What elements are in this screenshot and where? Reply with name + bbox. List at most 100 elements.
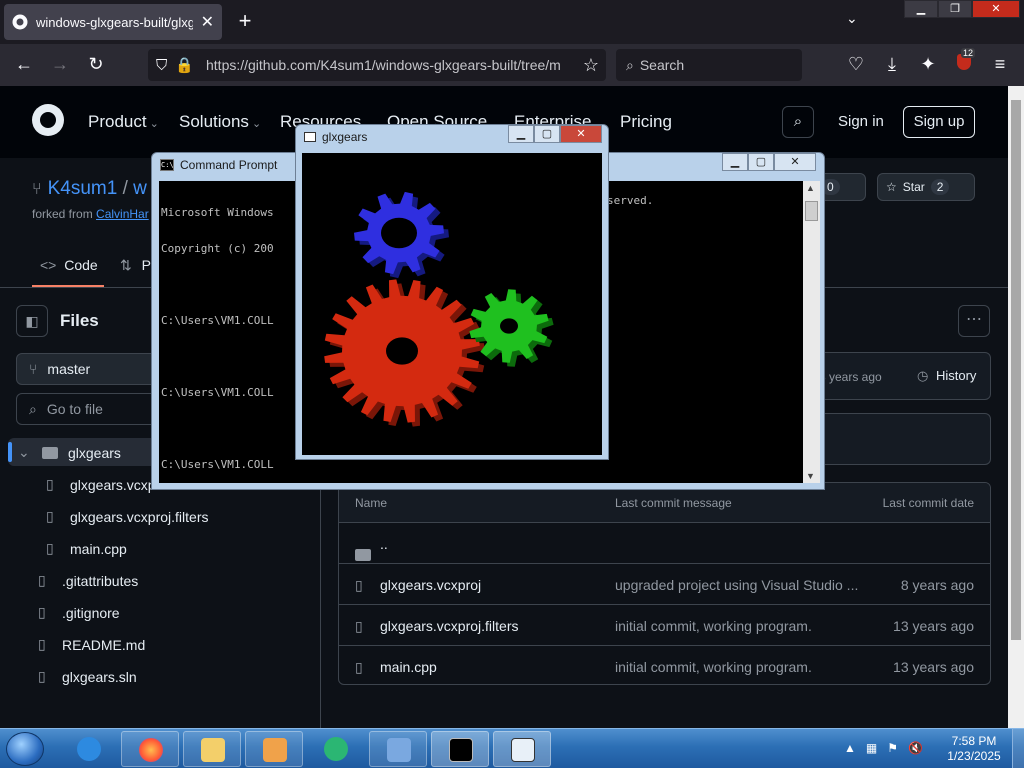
- clock[interactable]: 7:58 PM 1/23/2025: [944, 734, 1004, 764]
- cmd-close-button[interactable]: ✕: [774, 153, 816, 171]
- glxgears-close-button[interactable]: ✕: [560, 125, 602, 143]
- tree-item-gitattributes[interactable]: ▯ .gitattributes: [38, 572, 138, 589]
- commit-message[interactable]: upgraded project using Visual Studio ...: [615, 577, 858, 593]
- taskbar-firefox[interactable]: [121, 731, 179, 767]
- url-text[interactable]: https://github.com/K4sum1/windows-glxgea…: [206, 57, 576, 73]
- show-desktop-button[interactable]: [1012, 729, 1024, 768]
- file-name[interactable]: glxgears.vcxproj.filters: [380, 618, 519, 634]
- taskbar-media-player[interactable]: [245, 731, 303, 767]
- cmd-maximize-button[interactable]: ▢: [748, 153, 774, 171]
- tree-item-gitignore[interactable]: ▯ .gitignore: [38, 604, 120, 621]
- taskbar-internet-explorer[interactable]: [60, 731, 118, 767]
- forked-from-link[interactable]: CalvinHar: [96, 207, 149, 221]
- tab-close-icon[interactable]: ✕: [201, 12, 214, 32]
- sign-in-link[interactable]: Sign in: [838, 113, 884, 130]
- window-close-button[interactable]: ✕: [972, 0, 1020, 18]
- glxgears-window[interactable]: glxgears ▁ ▢ ✕: [295, 124, 609, 460]
- search-field[interactable]: ⌕ Search: [616, 49, 802, 81]
- tree-item-glxgears-vcxproj[interactable]: ▯ glxgears.vcxp: [46, 476, 156, 493]
- search-icon: ⌕: [29, 400, 37, 417]
- collapse-sidebar-icon[interactable]: ◧: [16, 305, 48, 337]
- downloads-icon[interactable]: ⤓: [880, 54, 904, 75]
- table-row[interactable]: ..: [339, 523, 990, 564]
- tab-code[interactable]: <> Code: [40, 257, 98, 273]
- header-name: Name: [355, 496, 388, 510]
- pocket-icon[interactable]: ♡: [844, 54, 868, 75]
- table-row[interactable]: ▯ glxgears.vcxproj.filters initial commi…: [339, 605, 990, 646]
- ublock-extension-icon[interactable]: 12: [952, 48, 976, 75]
- more-options-button[interactable]: ⋯: [958, 305, 990, 337]
- forward-arrow-icon[interactable]: →: [48, 54, 72, 75]
- site-info-lock-icon[interactable]: ⛉🔒: [148, 56, 206, 74]
- extensions-icon[interactable]: ✦: [916, 54, 940, 75]
- taskbar-explorer[interactable]: [183, 731, 241, 767]
- list-tabs-chevron-icon[interactable]: ⌄: [846, 10, 858, 27]
- commit-message[interactable]: initial commit, working program.: [615, 659, 812, 675]
- window-app-icon: [511, 738, 535, 762]
- commit-age: 8 years ago: [819, 370, 882, 384]
- glxgears-title: glxgears: [322, 130, 368, 144]
- show-hidden-icons[interactable]: ▲: [844, 741, 856, 755]
- back-arrow-icon[interactable]: ←: [12, 54, 36, 75]
- minimize-button[interactable]: ▁: [904, 0, 938, 18]
- reload-icon[interactable]: ↻: [84, 54, 108, 75]
- nav-pricing[interactable]: Pricing: [620, 112, 672, 132]
- url-bar[interactable]: ⛉🔒 https://github.com/K4sum1/windows-glx…: [148, 49, 606, 81]
- green-gear: [469, 289, 554, 367]
- windows-taskbar: ▲ ▦ ⚑ 🔇 7:58 PM 1/23/2025: [0, 728, 1024, 768]
- nav-solutions[interactable]: Solutions ⌄: [179, 112, 261, 132]
- file-icon: ▯: [355, 577, 363, 593]
- chevron-down-icon: ⌄: [18, 444, 30, 460]
- start-button-windows-icon[interactable]: [6, 732, 44, 766]
- console-line-fragment: served.: [607, 194, 654, 207]
- tree-item-glxgears-sln[interactable]: ▯ glxgears.sln: [38, 668, 137, 685]
- glxgears-maximize-button[interactable]: ▢: [534, 125, 560, 143]
- menu-hamburger-icon[interactable]: ≡: [988, 54, 1012, 75]
- commit-message[interactable]: initial commit, working program.: [615, 618, 812, 634]
- nav-product[interactable]: Product ⌄: [88, 112, 159, 132]
- browser-tab[interactable]: windows-glxgears-built/glxgears ✕: [4, 4, 222, 40]
- page-scrollbar[interactable]: [1008, 86, 1024, 728]
- restore-button[interactable]: ❐: [938, 0, 972, 18]
- volume-muted-icon[interactable]: 🔇: [908, 741, 923, 755]
- scrollbar-thumb[interactable]: [1011, 100, 1021, 640]
- repo-owner-link[interactable]: K4sum1: [48, 178, 118, 199]
- taskbar-glxgears[interactable]: [493, 731, 551, 767]
- taskbar-command-prompt[interactable]: [431, 731, 489, 767]
- table-row[interactable]: ▯ glxgears.vcxproj upgraded project usin…: [339, 564, 990, 605]
- sign-up-button[interactable]: Sign up: [903, 106, 975, 138]
- tab-pull-requests[interactable]: ⇅ P: [120, 257, 151, 274]
- repo-name-link[interactable]: w: [133, 178, 147, 199]
- github-logo-icon[interactable]: [32, 104, 64, 136]
- cmd-icon: C:\: [160, 159, 174, 171]
- network-icon[interactable]: ▦: [866, 741, 877, 755]
- tree-item-main-cpp[interactable]: ▯ main.cpp: [46, 540, 127, 557]
- action-center-flag-icon[interactable]: ⚑: [887, 741, 898, 755]
- cmd-scroll-thumb[interactable]: [805, 201, 818, 221]
- bookmark-star-icon[interactable]: ☆: [576, 55, 606, 76]
- file-name[interactable]: glxgears.vcxproj: [380, 577, 481, 593]
- file-name[interactable]: ..: [380, 536, 388, 552]
- active-tab-underline: [32, 285, 104, 287]
- cmd-scrollbar[interactable]: ▲ ▼: [803, 181, 820, 483]
- tree-item-readme[interactable]: ▯ README.md: [38, 636, 145, 653]
- taskbar-app[interactable]: [307, 731, 365, 767]
- glxgears-minimize-button[interactable]: ▁: [508, 125, 534, 143]
- glxgears-titlebar[interactable]: glxgears: [304, 130, 367, 144]
- tree-item-glxgears-vcxproj-filters[interactable]: ▯ glxgears.vcxproj.filters: [46, 508, 209, 525]
- taskbar-remote[interactable]: [369, 731, 427, 767]
- scroll-down-icon[interactable]: ▼: [806, 471, 815, 481]
- cmd-title: Command Prompt: [180, 158, 278, 172]
- file-name[interactable]: main.cpp: [380, 659, 437, 675]
- browser-nav-bar: ← → ↻ ⛉🔒 https://github.com/K4sum1/windo…: [0, 44, 1024, 86]
- files-header: ◧ Files: [16, 305, 99, 337]
- new-tab-button[interactable]: +: [232, 9, 258, 35]
- star-button[interactable]: ☆ Star 2: [877, 173, 975, 201]
- tree-item-glxgears[interactable]: ⌄ glxgears: [18, 444, 121, 461]
- history-button[interactable]: ◷ History: [917, 368, 976, 384]
- cmd-minimize-button[interactable]: ▁: [722, 153, 748, 171]
- scroll-up-icon[interactable]: ▲: [806, 183, 815, 193]
- cmd-titlebar[interactable]: C:\ Command Prompt: [160, 158, 277, 172]
- table-row[interactable]: ▯ main.cpp initial commit, working progr…: [339, 646, 990, 684]
- github-search-button[interactable]: ⌕: [782, 106, 814, 138]
